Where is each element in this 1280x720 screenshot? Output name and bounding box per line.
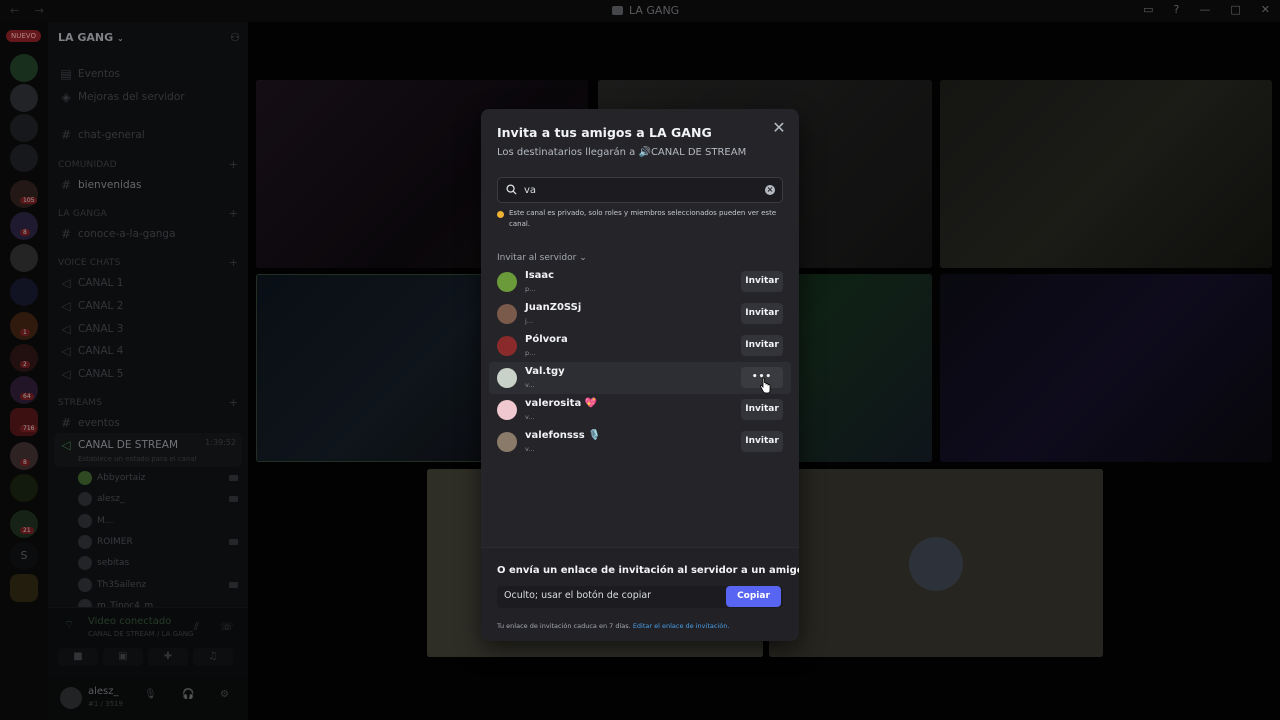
speaker-icon: 🔊 xyxy=(638,147,651,158)
avatar xyxy=(497,336,517,356)
edit-invite-link[interactable]: Editar el enlace de invitación. xyxy=(633,622,730,630)
search-input[interactable] xyxy=(524,181,754,199)
friend-name: JuanZ0SSj xyxy=(525,302,582,313)
search-icon xyxy=(506,184,517,195)
avatar xyxy=(497,400,517,420)
invite-button[interactable]: Invitar xyxy=(741,303,783,324)
friend-row[interactable]: valerosita 💖 v... Invitar xyxy=(489,394,791,426)
friend-name: valerosita 💖 xyxy=(525,398,598,409)
invite-button[interactable]: Invitar xyxy=(741,271,783,292)
invite-link-section: O envía un enlace de invitación al servi… xyxy=(481,547,799,641)
close-icon[interactable]: ✕ xyxy=(771,120,787,136)
modal-title: Invita a tus amigos a LA GANG xyxy=(497,125,712,140)
invite-expiry-note: Tu enlace de invitación caduca en 7 días… xyxy=(497,622,729,630)
section-label: Invitar al servidor xyxy=(497,253,577,263)
invite-button[interactable]: Invitar xyxy=(741,399,783,420)
chevron-down-icon: ⌄ xyxy=(579,253,587,263)
avatar xyxy=(497,304,517,324)
invite-link-field: Oculto; usar el botón de copiar Copiar xyxy=(497,586,783,608)
avatar xyxy=(497,272,517,292)
friend-name: Isaac xyxy=(525,270,555,281)
friend-row[interactable]: Val.tgy v... ••• xyxy=(489,362,791,394)
avatar xyxy=(497,432,517,452)
invite-link-title: O envía un enlace de invitación al servi… xyxy=(497,565,799,576)
invite-modal: Invita a tus amigos a LA GANG Los destin… xyxy=(481,109,799,641)
friend-row[interactable]: JuanZ0SSj j... Invitar xyxy=(489,298,791,330)
friend-list: Isaac p... Invitar JuanZ0SSj j... Invita… xyxy=(489,266,791,458)
friend-username: p... xyxy=(525,285,536,293)
private-channel-warning: Este canal es privado, solo roles y miem… xyxy=(497,208,777,230)
friend-name: Val.tgy xyxy=(525,366,565,377)
invite-button[interactable]: Invitar xyxy=(741,431,783,452)
warning-text: Este canal es privado, solo roles y miem… xyxy=(509,209,777,228)
copy-button[interactable]: Copiar xyxy=(726,586,781,607)
subtitle-channel: CANAL DE STREAM xyxy=(650,147,747,158)
hand-cursor-icon xyxy=(759,378,771,394)
section-invite-to-server[interactable]: Invitar al servidor ⌄ xyxy=(497,253,587,263)
friend-username: j... xyxy=(525,317,534,325)
friend-username: p... xyxy=(525,349,536,357)
avatar xyxy=(497,368,517,388)
friend-row[interactable]: Isaac p... Invitar xyxy=(489,266,791,298)
friend-username: v... xyxy=(525,413,535,421)
clear-search-icon[interactable]: × xyxy=(765,185,775,195)
modal-subtitle: Los destinatarios llegarán a 🔊CANAL DE S… xyxy=(497,147,746,158)
subtitle-prefix: Los destinatarios llegarán a xyxy=(497,147,636,158)
friend-username: v... xyxy=(525,445,535,453)
friend-row[interactable]: Pólvora p... Invitar xyxy=(489,330,791,362)
invite-button[interactable]: Invitar xyxy=(741,335,783,356)
invite-link-value[interactable]: Oculto; usar el botón de copiar xyxy=(504,590,651,601)
friend-name: valefonsss 🎙️ xyxy=(525,430,601,441)
friend-username: v... xyxy=(525,381,535,389)
friend-search-field: × xyxy=(497,177,783,203)
expiry-text: Tu enlace de invitación caduca en 7 días… xyxy=(497,622,631,630)
friend-row[interactable]: valefonsss 🎙️ v... Invitar xyxy=(489,426,791,458)
warning-icon xyxy=(497,211,504,218)
friend-name: Pólvora xyxy=(525,334,568,345)
